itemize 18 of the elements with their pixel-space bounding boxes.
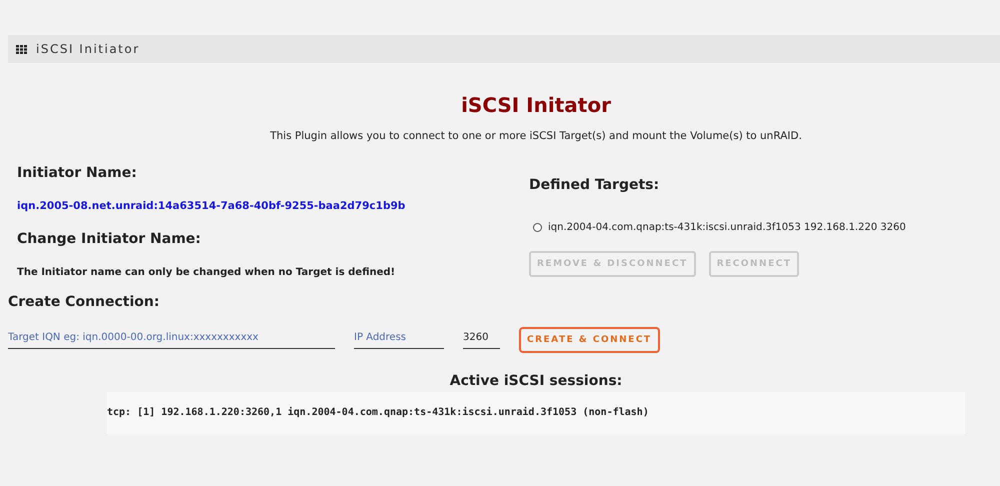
targets-heading: Defined Targets: — [529, 176, 660, 194]
sessions-heading: Active iSCSI sessions: — [448, 372, 624, 390]
sessions-output: tcp: [1] 192.168.1.220:3260,1 iqn.2004-04.com.qnap:ts-431k:iscsi.unraid.3f1053 (non-flash) — [107, 392, 965, 434]
create-connect-button[interactable]: CREATE & CONNECT — [519, 327, 660, 353]
grid-icon — [16, 44, 27, 54]
port-field[interactable]: 3260 — [463, 326, 500, 349]
header-title: iSCSI Initiator — [36, 42, 140, 56]
change-note: The Initiator name can only be changed when no Target is defined! — [17, 267, 396, 278]
page-title: iSCSI Initator — [460, 93, 612, 117]
page-description: This Plugin allows you to connect to one or more iSCSI Target(s) and mount the Volume(s) to unRAID. — [269, 130, 803, 142]
create-connection-heading: Create Connection: — [8, 293, 160, 311]
change-heading: Change Initiator Name: — [17, 230, 202, 248]
initiator-name: iqn.2005-08.net.unraid:14a63514-7a68-40bf-9255-baa2d79c1b9b — [17, 200, 406, 212]
initiator-heading: Initiator Name: — [17, 164, 138, 182]
target-iqn-field[interactable]: Target IQN eg: iqn.0000-00.org.linux:xxxxxxxxxxx — [8, 326, 335, 349]
target-radio[interactable] — [533, 223, 542, 232]
target-label[interactable]: iqn.2004-04.com.qnap:ts-431k:iscsi.unraid.3f1053 192.168.1.220 3260 — [548, 222, 906, 233]
ip-address-field[interactable]: IP Address — [354, 326, 444, 349]
